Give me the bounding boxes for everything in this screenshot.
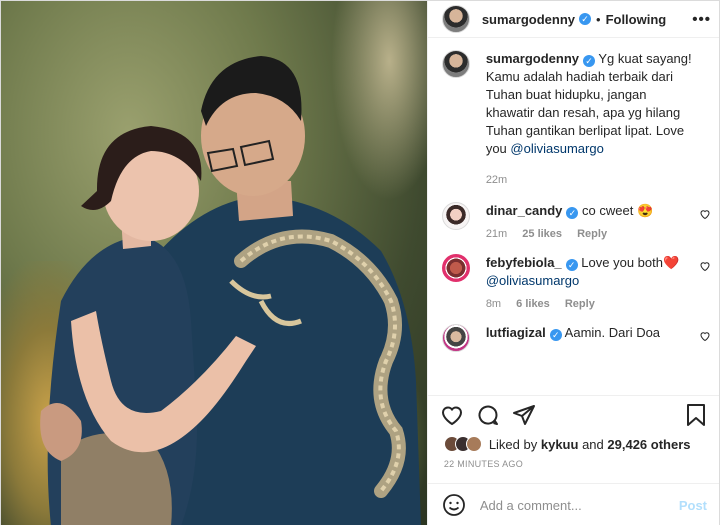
comment-likes[interactable]: 25 likes [522, 228, 562, 240]
list-item: dinar_candy ✓ co cweet 😍 21m 25 likes Rep… [441, 202, 711, 254]
avatar[interactable] [441, 5, 470, 33]
post-panel: sumargodenny ✓ • Following ••• sumargode… [426, 1, 719, 525]
bookmark-icon[interactable] [685, 403, 707, 427]
comment-text: Love you both❤️ [581, 255, 680, 270]
comment-text: co cweet 😍 [582, 203, 654, 218]
instagram-post: sumargodenny ✓ • Following ••• sumargode… [0, 0, 720, 525]
emoji-icon[interactable] [442, 493, 466, 517]
heart-icon[interactable] [699, 260, 711, 272]
heart-icon[interactable] [440, 403, 464, 427]
avatar[interactable] [441, 254, 470, 282]
add-comment-bar: Post [427, 483, 719, 525]
caption-time[interactable]: 22m [486, 174, 507, 186]
comment-time[interactable]: 21m [486, 228, 507, 240]
comment-username[interactable]: dinar_candy [486, 203, 563, 218]
avatar [465, 436, 482, 452]
post-timestamp[interactable]: 22 MINUTES AGO [428, 453, 719, 483]
comment-username[interactable]: febyfebiola_ [486, 255, 562, 270]
verified-icon: ✓ [583, 55, 595, 67]
verified-icon: ✓ [565, 259, 578, 271]
action-bar [427, 395, 719, 433]
avatar[interactable] [441, 324, 470, 352]
avatar[interactable] [441, 202, 470, 230]
header-username[interactable]: sumargodenny [482, 12, 575, 27]
couple-illustration [40, 56, 421, 525]
post-button[interactable]: Post [679, 498, 707, 513]
comment-likes[interactable]: 6 likes [516, 298, 550, 310]
likes-user[interactable]: kykuu [541, 437, 579, 452]
following-button[interactable]: Following [606, 12, 667, 27]
list-item: lutfiagizal ✓ Aamin. Dari Doa [441, 324, 711, 352]
liker-avatars [443, 436, 482, 452]
verified-icon: ✓ [579, 13, 591, 25]
more-icon[interactable]: ••• [692, 11, 711, 28]
comment-time[interactable]: 8m [486, 298, 501, 310]
verified-icon: ✓ [549, 329, 562, 341]
avatar[interactable] [441, 50, 470, 78]
post-header: sumargodenny ✓ • Following ••• [427, 1, 719, 38]
likes-summary: Liked by kykuu and 29,426 others [428, 433, 719, 453]
comment-text: Aamin. Dari Doa [564, 325, 661, 340]
heart-icon[interactable] [699, 208, 711, 220]
post-photo[interactable] [1, 1, 427, 525]
likes-prefix: Liked by [488, 436, 538, 452]
likes-others[interactable]: 29,426 others [607, 437, 690, 452]
comment-username[interactable]: lutfiagizal [486, 325, 546, 340]
comments-section: sumargodenny ✓ Yg kuat sayang! Kamu adala… [428, 38, 719, 395]
reply-button[interactable]: Reply [565, 298, 595, 310]
comment-mention[interactable]: @oliviasumargo [486, 273, 579, 288]
share-icon[interactable] [512, 403, 536, 427]
caption-username[interactable]: sumargodenny [486, 51, 579, 66]
verified-icon: ✓ [566, 207, 579, 219]
caption-mention[interactable]: @oliviasumargo [510, 141, 603, 156]
heart-icon[interactable] [699, 330, 711, 342]
comment-icon[interactable] [476, 403, 500, 427]
reply-button[interactable]: Reply [577, 228, 607, 240]
list-item: febyfebiola_ ✓ Love you both❤️ @oliviasum… [441, 254, 711, 324]
likes-and: and [582, 436, 604, 452]
caption: sumargodenny ✓ Yg kuat sayang! Kamu adala… [441, 50, 711, 202]
comment-input[interactable] [479, 497, 679, 513]
header-separator: • [596, 11, 601, 27]
